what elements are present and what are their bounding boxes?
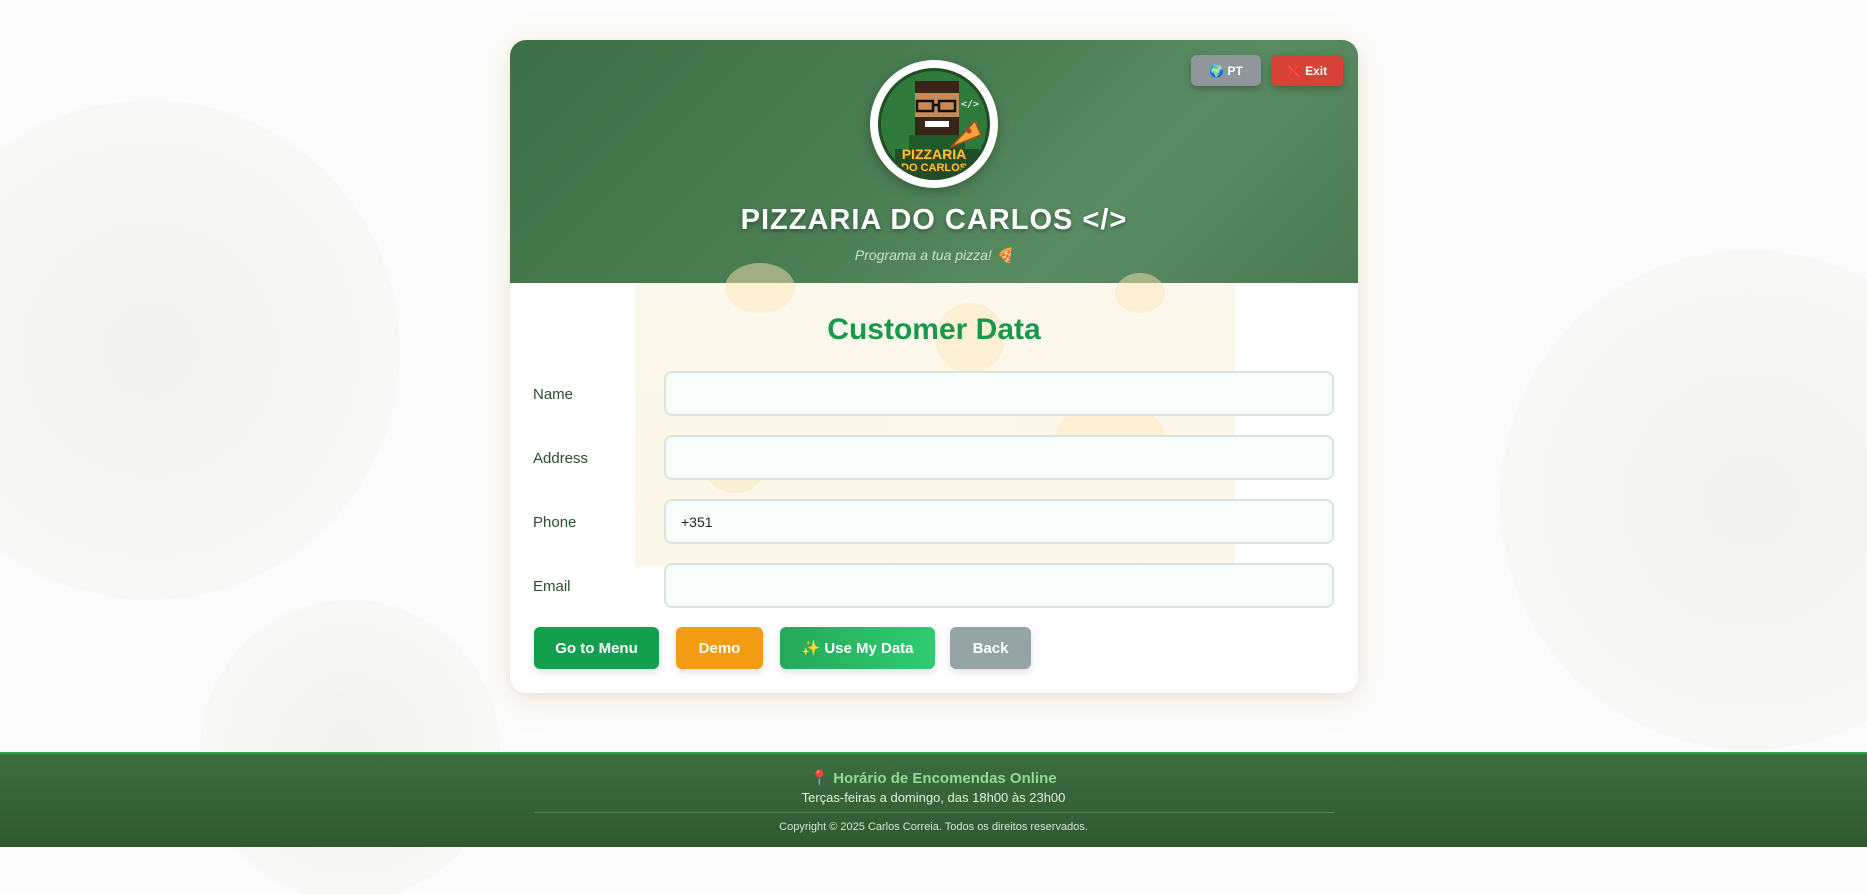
footer-copyright: Copyright © 2025 Carlos Correia. Todos o…: [779, 821, 1088, 833]
logo-text: PIZZARIA DO CARLOS: [901, 146, 967, 174]
logo: </> PIZZARIA DO CARLOS: [870, 60, 998, 188]
address-input[interactable]: [664, 435, 1334, 480]
name-input[interactable]: [664, 371, 1334, 416]
go-to-menu-button[interactable]: Go to Menu: [534, 627, 659, 669]
phone-label: Phone: [533, 514, 577, 531]
address-label: Address: [533, 450, 589, 467]
card-header: </> PIZZARIA DO CARLOS PIZZARIA DO CARLO…: [510, 40, 1358, 283]
back-button[interactable]: Back: [950, 627, 1031, 669]
exit-button[interactable]: ❌ Exit: [1271, 55, 1343, 86]
customer-card: </> PIZZARIA DO CARLOS PIZZARIA DO CARLO…: [510, 40, 1358, 693]
email-input[interactable]: [664, 563, 1334, 608]
footer: 📍 Horário de Encomendas Online Terças-fe…: [0, 752, 1867, 847]
section-title: Customer Data: [827, 313, 1041, 346]
footer-divider: [534, 812, 1334, 813]
name-label: Name: [533, 386, 574, 403]
footer-hours: Terças-feiras a domingo, das 18h00 às 23…: [801, 790, 1066, 805]
email-label: Email: [533, 578, 571, 595]
language-button[interactable]: 🌍 PT: [1191, 55, 1261, 86]
svg-text:</>: </>: [961, 99, 979, 110]
logo-image: </> PIZZARIA DO CARLOS: [878, 68, 990, 180]
demo-button[interactable]: Demo: [676, 627, 763, 669]
phone-input[interactable]: [664, 499, 1334, 544]
use-my-data-button[interactable]: ✨ Use My Data: [780, 627, 935, 669]
page-subtitle: Programa a tua pizza! 🍕: [854, 247, 1014, 263]
footer-title: 📍 Horário de Encomendas Online: [810, 770, 1057, 787]
page-title: PIZZARIA DO CARLOS </>: [740, 204, 1128, 236]
